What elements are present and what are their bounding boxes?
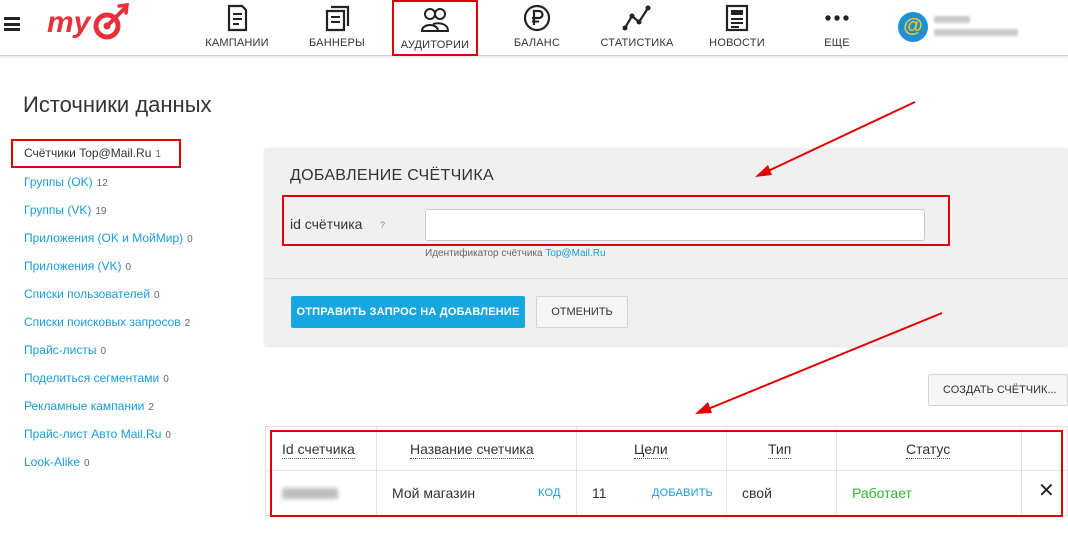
nav-campaigns[interactable]: КАМПАНИИ [195,0,279,56]
sidebar-item-label: Прайс-лист Авто Mail.Ru [24,427,162,441]
submit-add-request-button[interactable]: ОТПРАВИТЬ ЗАПРОС НА ДОБАВЛЕНИЕ [291,296,525,328]
banners-doc-icon [325,5,350,32]
nav-label: ЕЩЕ [824,37,850,49]
sidebar-item-apps-vk[interactable]: Приложения (VK) 0 [24,259,131,273]
nav-news[interactable]: НОВОСТИ [695,0,779,56]
nav-more[interactable]: ЕЩЕ [795,0,879,56]
user-avatar[interactable]: @ [898,12,928,42]
sidebar-item-label: Списки пользователей [24,287,151,301]
news-doc-icon [725,4,749,32]
sidebar-item-auto-price-list[interactable]: Прайс-лист Авто Mail.Ru 0 [24,427,171,441]
nav-label: АУДИТОРИИ [400,39,470,51]
sidebar-item-user-lists[interactable]: Списки пользователей 0 [24,287,160,301]
ruble-coin-icon [523,4,551,32]
sidebar-item-share-segments[interactable]: Поделиться сегментами 0 [24,371,169,385]
panel-title: ДОБАВЛЕНИЕ СЧЁТЧИКА [290,167,494,184]
sidebar-item-count: 0 [165,430,171,441]
sidebar-item-count: 0 [84,458,90,469]
annotation-highlight-box [282,195,950,246]
sidebar-item-count: 19 [95,206,107,217]
add-counter-panel: ДОБАВЛЕНИЕ СЧЁТЧИКА id счётчика ? Иденти… [265,148,1068,345]
sidebar-item-label: Look-Alike [24,455,81,469]
sidebar-item-label: Группы (OK) [24,175,93,189]
sidebar-item-count: 0 [100,346,107,357]
user-email-blurred [934,16,970,23]
counter-id-hint: Идентификатор счётчика Top@Mail.Ru [425,248,606,259]
sidebar-item-count: 0 [125,262,132,273]
sidebar-item-count: 0 [187,234,193,245]
sidebar-item-ad-campaigns[interactable]: Рекламные кампании 2 [24,399,154,413]
panel-divider [265,278,1068,279]
sidebar-item-groups-ok[interactable]: Группы (OK) 12 [24,175,108,189]
sidebar-item-label: Рекламные кампании [24,399,145,413]
sidebar-item-label: Поделиться сегментами [24,371,160,385]
sidebar-item-count: 0 [154,290,160,301]
nav-label: НОВОСТИ [709,37,765,49]
sidebar-item-label: Прайс-листы [24,343,97,357]
audience-people-icon [420,8,450,32]
campaigns-doc-icon [227,4,248,32]
nav-statistics[interactable]: СТАТИСТИКА [595,0,679,56]
hint-text: Идентификатор счётчика [425,248,543,259]
sidebar-item-apps-ok-mymir[interactable]: Приложения (OK и МойМир) 0 [24,231,193,245]
create-counter-button[interactable]: СОЗДАТЬ СЧЁТЧИК... [928,374,1068,406]
nav-balance[interactable]: БАЛАНС [495,0,579,56]
sidebar-item-groups-vk[interactable]: Группы (VK) 19 [24,203,106,217]
annotation-highlight-box [11,139,181,168]
sidebar-item-count: 2 [148,402,154,413]
sidebar-item-label: Приложения (OK и МойМир) [24,231,184,245]
svg-text:my: my [47,6,92,39]
sidebar-item-label: Группы (VK) [24,203,92,217]
nav-banners[interactable]: БАННЕРЫ [295,0,379,56]
cancel-button[interactable]: ОТМЕНИТЬ [536,296,628,328]
topmail-link[interactable]: Top@Mail.Ru [545,248,605,259]
nav-label: КАМПАНИИ [205,37,269,49]
nav-audiences[interactable]: АУДИТОРИИ [392,0,478,56]
nav-label: БАННЕРЫ [308,37,365,49]
stats-line-icon [622,5,651,31]
sidebar-item-search-query-lists[interactable]: Списки поисковых запросов 2 [24,315,190,329]
page-title: Источники данных [23,92,212,117]
user-balance-blurred [934,29,1018,36]
annotation-highlight-box [270,430,1063,517]
sidebar-item-count: 12 [96,178,108,189]
nav-label: СТАТИСТИКА [600,37,674,49]
nav-label: БАЛАНС [513,37,561,49]
sidebar-item-label: Списки поисковых запросов [24,315,181,329]
sidebar-item-count: 0 [163,374,169,385]
sidebar-item-count: 2 [184,318,191,329]
sidebar-item-label: Приложения (VK) [24,259,122,273]
hamburger-menu-icon[interactable] [4,17,20,31]
mytarget-logo[interactable]: my [45,2,130,46]
sidebar-item-price-lists[interactable]: Прайс-листы 0 [24,343,106,357]
sidebar-item-look-alike[interactable]: Look-Alike 0 [24,455,90,469]
more-dots-icon [825,15,849,21]
top-navbar: my КАМПАНИИ БАННЕРЫ АУДИТОРИИ БАЛАНС СТА… [0,0,1068,56]
